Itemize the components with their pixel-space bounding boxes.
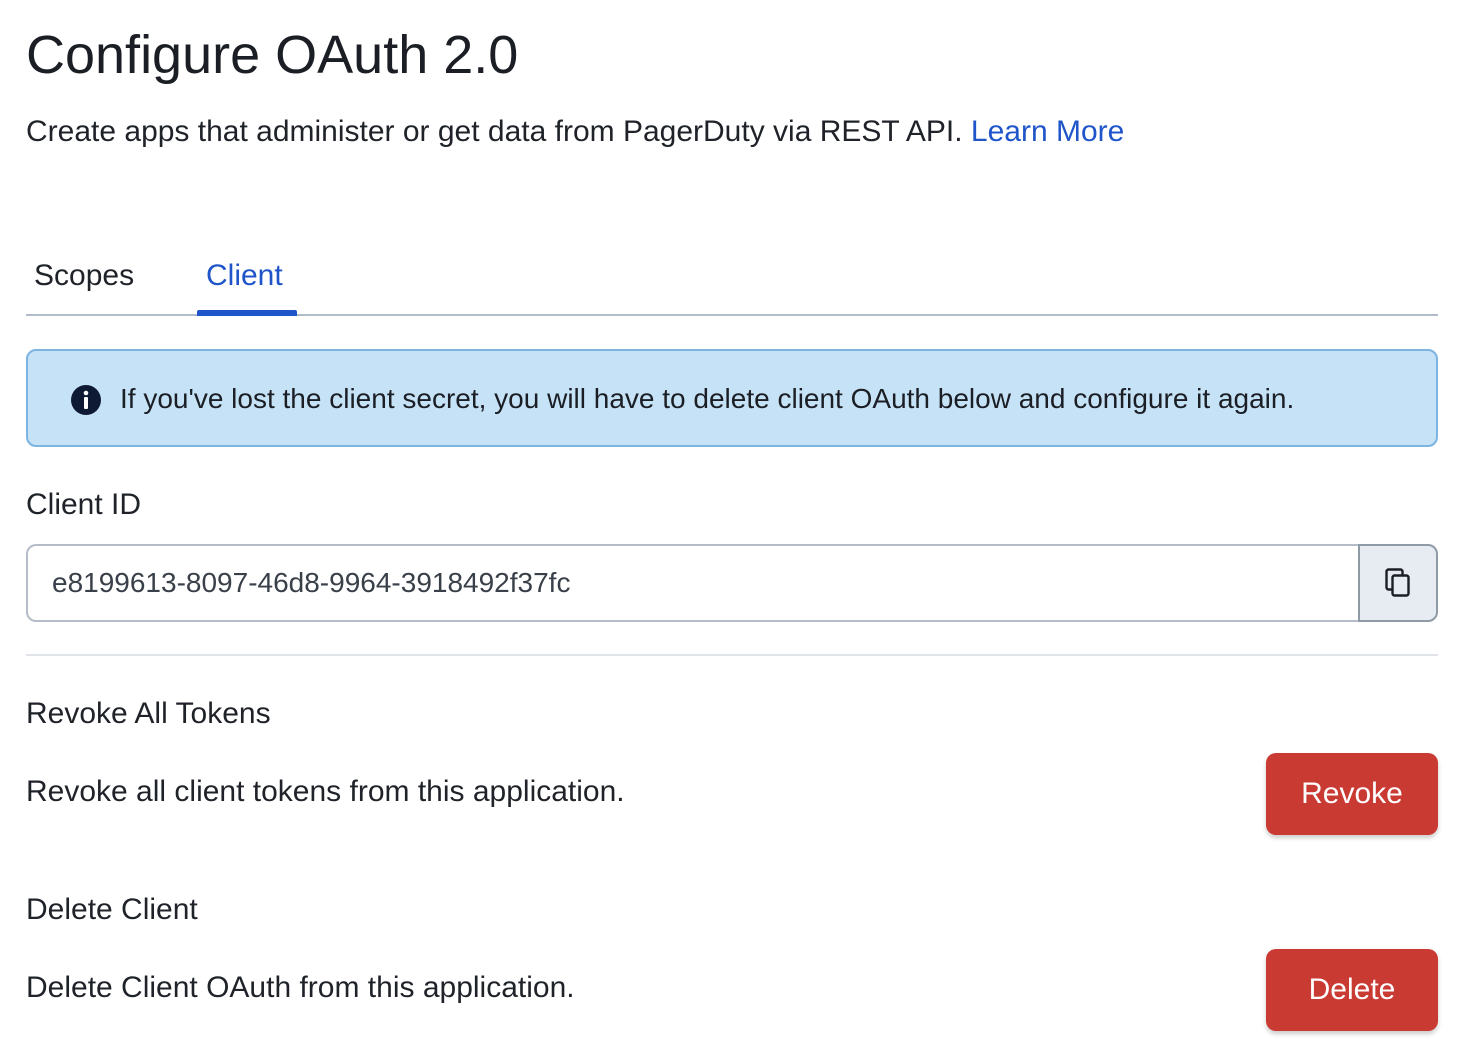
learn-more-link[interactable]: Learn More	[971, 115, 1124, 148]
active-tab-indicator	[197, 310, 297, 316]
subtitle-text: Create apps that administer or get data …	[26, 115, 963, 148]
tab-client[interactable]: Client	[206, 256, 283, 296]
tab-bar: Scopes Client	[26, 240, 1438, 316]
copy-button[interactable]	[1358, 544, 1438, 622]
revoke-description: Revoke all client tokens from this appli…	[26, 775, 625, 808]
client-id-field[interactable]	[26, 544, 1358, 622]
client-id-label: Client ID	[26, 488, 142, 521]
page-subtitle: Create apps that administer or get data …	[26, 113, 1124, 151]
info-alert: If you've lost the client secret, you wi…	[26, 349, 1438, 447]
tab-scopes[interactable]: Scopes	[34, 256, 134, 296]
section-divider	[26, 654, 1438, 656]
page-title: Configure OAuth 2.0	[26, 25, 519, 85]
delete-client-description: Delete Client OAuth from this applicatio…	[26, 971, 575, 1004]
info-icon	[71, 385, 101, 415]
copy-icon	[1385, 568, 1410, 597]
delete-button[interactable]: Delete	[1266, 949, 1438, 1031]
delete-client-heading: Delete Client	[26, 893, 198, 926]
alert-text: If you've lost the client secret, you wi…	[120, 383, 1295, 414]
revoke-button[interactable]: Revoke	[1266, 753, 1438, 835]
revoke-heading: Revoke All Tokens	[26, 697, 271, 730]
client-id-input-group	[26, 544, 1438, 622]
